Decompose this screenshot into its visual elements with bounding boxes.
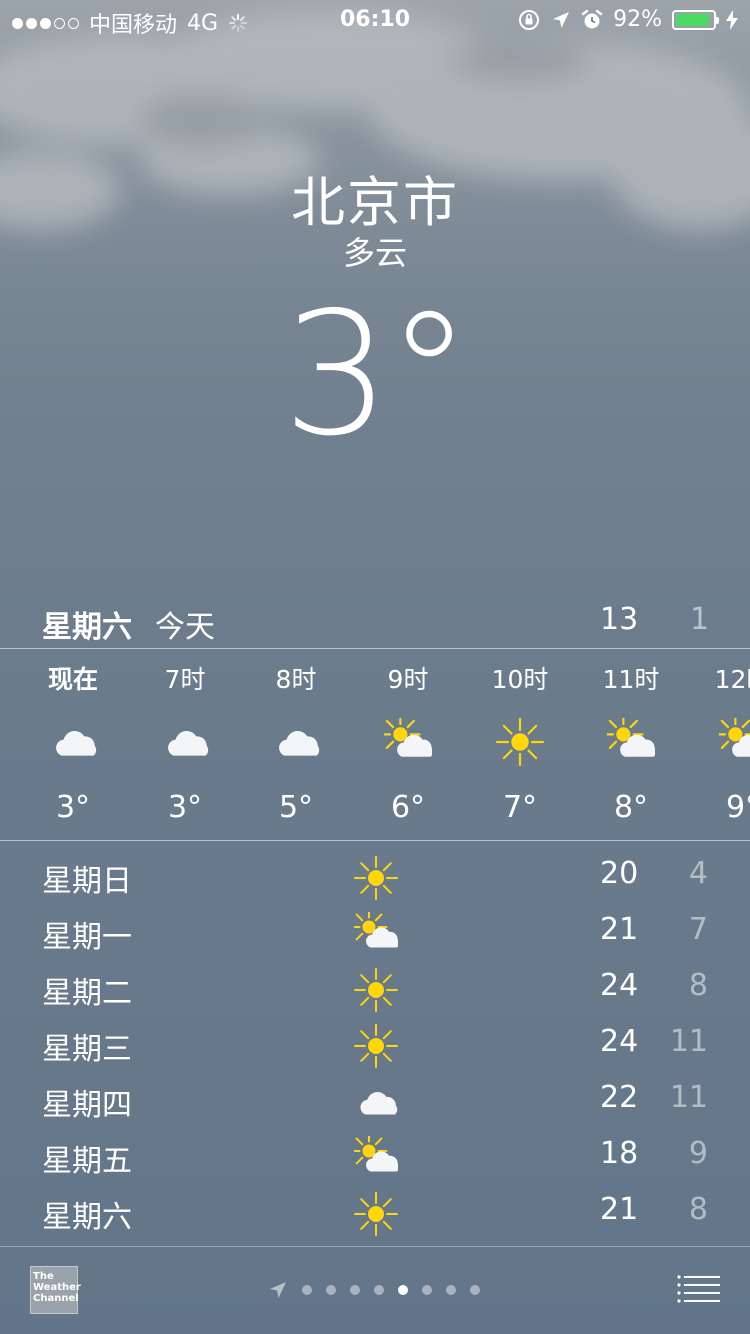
status-bar: 中国移动 4G 06:10 92% [0, 0, 750, 40]
charging-bolt-icon [726, 9, 738, 30]
weather-condition: 多云 [342, 234, 407, 272]
daily-low: 8 [688, 1192, 708, 1227]
city-name: 北京市 [291, 171, 459, 234]
bottom-toolbar: The Weather Channel [0, 1252, 750, 1334]
page-dot[interactable] [302, 1285, 312, 1295]
sun-icon [496, 718, 544, 766]
daily-low: 11 [669, 1024, 708, 1059]
hourly-icon-wrap [17, 712, 129, 772]
hourly-item: 8时 5° [240, 660, 352, 825]
daily-low: 7 [688, 912, 708, 947]
hourly-forecast-scroller[interactable]: 现在 3° 7时 3° 8时 5° 9时 6° 10时 7° 11时 8° 12时 9° [0, 660, 750, 830]
today-label: 今天 [155, 610, 215, 645]
daily-low: 11 [669, 1080, 708, 1115]
daily-row: 星期日 20 4 [0, 850, 750, 906]
partly-sunny-icon [384, 718, 432, 757]
hourly-time: 现在 [47, 665, 98, 694]
page-dot[interactable] [422, 1285, 432, 1295]
page-indicator[interactable] [268, 1280, 480, 1300]
hourly-time: 11时 [602, 665, 660, 694]
daily-row: 星期六 21 8 [0, 1186, 750, 1242]
battery-percent: 92% [613, 7, 662, 32]
cloud-icon [56, 731, 97, 756]
divider-middle [0, 840, 750, 841]
page-dot[interactable] [398, 1285, 408, 1295]
current-location-icon [270, 1282, 286, 1298]
daily-low: 4 [688, 856, 708, 891]
city-list-icon[interactable] [676, 1274, 720, 1304]
page-dot[interactable] [446, 1285, 456, 1295]
hourly-item: 9时 6° [352, 660, 464, 825]
daily-row: 星期三 24 11 [0, 1018, 750, 1074]
status-right: 92% [517, 7, 738, 32]
hourly-temp: 3° [167, 790, 203, 825]
daily-low: 9 [688, 1136, 708, 1171]
current-temperature: 3° [282, 276, 471, 474]
hourly-icon-wrap [129, 712, 241, 772]
hourly-icon-wrap [575, 712, 687, 772]
page-dot[interactable] [350, 1285, 360, 1295]
hourly-temp: 5° [278, 790, 314, 825]
battery-fill [676, 13, 710, 26]
hourly-item: 12时 9° [687, 660, 750, 825]
hourly-time: 9时 [387, 665, 429, 694]
divider-top [0, 648, 750, 649]
weather-channel-logo[interactable]: The Weather Channel [30, 1266, 81, 1314]
today-day: 星期六 [42, 610, 132, 645]
hourly-item: 现在 3° [17, 660, 129, 825]
hourly-time: 7时 [164, 665, 206, 694]
daily-low: 8 [688, 968, 708, 1003]
hourly-icon-wrap [464, 712, 576, 772]
hourly-temp: 9° [725, 790, 750, 825]
logo-text-line: Channel [33, 1293, 79, 1304]
battery-icon [672, 9, 719, 30]
hourly-icon-wrap [687, 712, 750, 772]
hourly-temp: 3° [55, 790, 91, 825]
today-summary: 星期六 今天 13 1 [0, 600, 750, 645]
hourly-item: 7时 3° [129, 660, 241, 825]
today-high: 13 [600, 602, 639, 637]
location-arrow-icon [553, 11, 570, 28]
hourly-item: 10时 7° [464, 660, 576, 825]
hourly-temp: 7° [502, 790, 538, 825]
hourly-temp: 6° [390, 790, 426, 825]
hourly-time: 8时 [275, 665, 317, 694]
alarm-icon [581, 9, 603, 28]
hourly-item: 11时 8° [575, 660, 687, 825]
divider-bottom [0, 1246, 750, 1247]
daily-row: 星期四 22 11 [0, 1074, 750, 1130]
page-dot[interactable] [326, 1285, 336, 1295]
hourly-icon-wrap [240, 712, 352, 772]
page-dot[interactable] [374, 1285, 384, 1295]
hourly-icon-wrap [352, 712, 464, 772]
cloud-icon [279, 731, 320, 756]
hourly-time: 10时 [491, 665, 549, 694]
daily-row: 星期二 24 8 [0, 962, 750, 1018]
orientation-lock-icon [519, 9, 540, 30]
partly-sunny-icon [607, 718, 655, 757]
hourly-temp: 8° [613, 790, 649, 825]
daily-forecast-list: 星期日 20 4 星期一 21 7 星期二 24 8 星期三 24 11 星期四 22 11 星期五 18 9 星期… [0, 850, 750, 1242]
logo-text-line: Weather [33, 1282, 81, 1293]
today-low: 1 [690, 602, 710, 637]
page-dot[interactable] [470, 1285, 480, 1295]
logo-text-line: The [33, 1271, 54, 1282]
daily-row: 星期一 21 7 [0, 906, 750, 962]
hourly-time: 12时 [714, 665, 750, 694]
partly-sunny-icon [719, 718, 750, 757]
cloud-icon [168, 731, 209, 756]
daily-row: 星期五 18 9 [0, 1130, 750, 1186]
